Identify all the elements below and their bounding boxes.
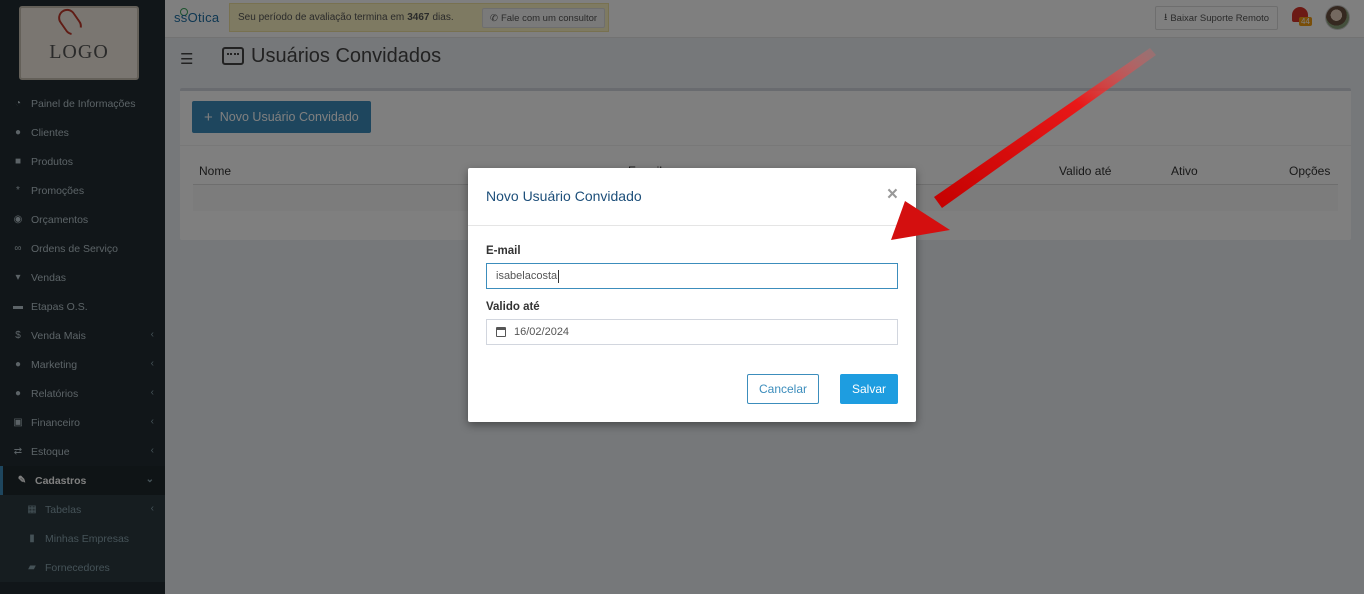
arrow-shaft — [934, 48, 1156, 208]
arrow-head — [891, 201, 950, 240]
annotation-arrow — [891, 48, 1156, 240]
